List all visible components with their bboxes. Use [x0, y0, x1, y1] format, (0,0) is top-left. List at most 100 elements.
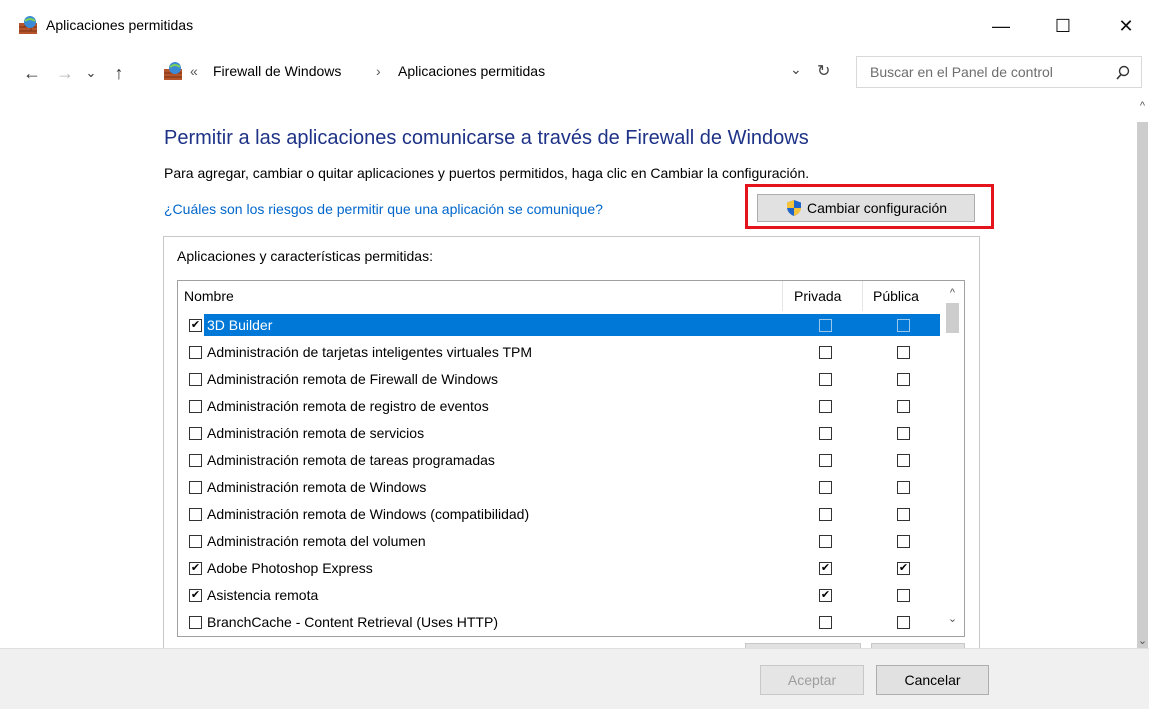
scroll-up-chevron-icon[interactable]: ^ — [1136, 100, 1149, 114]
search-input[interactable]: Buscar en el Panel de control — [856, 56, 1142, 88]
public-checkbox[interactable] — [897, 589, 910, 602]
private-checkbox[interactable] — [819, 319, 832, 332]
risks-help-link[interactable]: ¿Cuáles son los riesgos de permitir que … — [164, 201, 603, 217]
allowed-apps-list[interactable]: Nombre Privada Pública 3D Builder Adminis… — [177, 280, 965, 637]
private-checkbox[interactable] — [819, 346, 832, 359]
breadcrumb-overflow-icon[interactable]: « — [190, 63, 198, 79]
enable-checkbox[interactable] — [189, 400, 202, 413]
firewall-app-icon — [19, 16, 37, 34]
refresh-icon[interactable]: ↻ — [817, 61, 830, 81]
public-checkbox[interactable] — [897, 562, 910, 575]
allowed-apps-label: Aplicaciones y características permitida… — [177, 248, 433, 264]
cancel-label: Cancelar — [904, 672, 961, 688]
column-divider — [782, 281, 783, 311]
column-header-private[interactable]: Privada — [794, 281, 841, 311]
breadcrumb-firewall[interactable]: Firewall de Windows — [213, 63, 341, 79]
page-title: Permitir a las aplicaciones comunicarse … — [164, 127, 809, 149]
column-header-public[interactable]: Pública — [873, 281, 919, 311]
minimize-button[interactable]: — — [978, 6, 1024, 46]
page-description: Para agregar, cambiar o quitar aplicacio… — [164, 165, 810, 181]
public-checkbox[interactable] — [897, 535, 910, 548]
table-row[interactable]: Administración de tarjetas inteligentes … — [178, 339, 940, 366]
private-checkbox[interactable] — [819, 562, 832, 575]
page-scrollbar[interactable]: ^ ⌄ — [1136, 100, 1149, 652]
back-arrow-icon[interactable]: ← — [21, 60, 43, 86]
search-placeholder: Buscar en el Panel de control — [870, 64, 1053, 80]
public-checkbox[interactable] — [897, 454, 910, 467]
enable-checkbox[interactable] — [189, 616, 202, 629]
breadcrumb-allowed-apps[interactable]: Aplicaciones permitidas — [398, 63, 545, 79]
public-checkbox[interactable] — [897, 319, 910, 332]
table-row[interactable]: Administración remota de Firewall de Win… — [178, 366, 940, 393]
app-name: BranchCache - Content Retrieval (Uses HT… — [207, 614, 498, 630]
enable-checkbox[interactable] — [189, 373, 202, 386]
list-scroll-up-chevron-icon[interactable]: ^ — [946, 287, 959, 300]
accept-button[interactable]: Aceptar — [760, 665, 864, 695]
table-row[interactable]: Administración remota de Windows (compat… — [178, 501, 940, 528]
enable-checkbox[interactable] — [189, 427, 202, 440]
private-checkbox[interactable] — [819, 616, 832, 629]
title-bar: Aplicaciones permitidas — ☐ ✕ — [0, 0, 1149, 52]
accept-label: Aceptar — [787, 672, 837, 688]
table-row[interactable]: Administración remota de servicios — [178, 420, 940, 447]
enable-checkbox[interactable] — [189, 346, 202, 359]
table-row[interactable]: Administración remota de Windows — [178, 474, 940, 501]
address-dropdown-chevron-icon[interactable]: ⌄ — [790, 61, 802, 78]
column-header-name[interactable]: Nombre — [184, 281, 234, 311]
enable-checkbox[interactable] — [189, 454, 202, 467]
app-name: Adobe Photoshop Express — [207, 560, 373, 576]
private-checkbox[interactable] — [819, 373, 832, 386]
enable-checkbox[interactable] — [189, 562, 202, 575]
list-scroll-down-chevron-icon[interactable]: ⌄ — [946, 613, 959, 626]
enable-checkbox[interactable] — [189, 508, 202, 521]
cancel-button[interactable]: Cancelar — [876, 665, 989, 695]
table-row[interactable]: Administración remota del volumen — [178, 528, 940, 555]
table-row[interactable]: Asistencia remota — [178, 582, 940, 609]
app-name: Asistencia remota — [207, 587, 319, 603]
app-name: Administración remota de servicios — [207, 425, 425, 441]
private-checkbox[interactable] — [819, 454, 832, 467]
scroll-down-chevron-icon[interactable]: ⌄ — [1136, 634, 1149, 648]
public-checkbox[interactable] — [897, 427, 910, 440]
table-row[interactable]: Administración remota de registro de eve… — [178, 393, 940, 420]
private-checkbox[interactable] — [819, 535, 832, 548]
public-checkbox[interactable] — [897, 400, 910, 413]
firewall-location-icon — [164, 62, 182, 80]
table-row[interactable]: BranchCache - Content Retrieval (Uses HT… — [178, 609, 940, 636]
private-checkbox[interactable] — [819, 508, 832, 521]
up-arrow-icon[interactable]: ↑ — [108, 60, 130, 86]
enable-checkbox[interactable] — [189, 481, 202, 494]
enable-checkbox[interactable] — [189, 535, 202, 548]
app-name: Administración remota de Windows — [207, 479, 427, 495]
public-checkbox[interactable] — [897, 373, 910, 386]
recent-locations-chevron-icon[interactable]: ⌄ — [83, 60, 99, 86]
close-button[interactable]: ✕ — [1103, 6, 1149, 46]
search-icon[interactable] — [1115, 65, 1131, 81]
app-name: Administración remota de Firewall de Win… — [207, 371, 498, 387]
public-checkbox[interactable] — [897, 508, 910, 521]
app-name: Administración remota de registro de eve… — [207, 398, 489, 414]
list-scrollbar[interactable]: ^ ⌄ — [940, 281, 964, 636]
page-scrollbar-thumb[interactable] — [1137, 122, 1148, 652]
maximize-button[interactable]: ☐ — [1040, 6, 1086, 46]
enable-checkbox[interactable] — [189, 319, 202, 332]
app-name: Administración remota de Windows (compat… — [207, 506, 530, 522]
list-scrollbar-thumb[interactable] — [946, 303, 959, 333]
annotation-highlight-box — [745, 184, 994, 229]
private-checkbox[interactable] — [819, 589, 832, 602]
table-row[interactable]: 3D Builder — [178, 312, 940, 339]
breadcrumb-separator-icon[interactable]: › — [376, 63, 381, 79]
window-title: Aplicaciones permitidas — [46, 17, 194, 33]
enable-checkbox[interactable] — [189, 589, 202, 602]
private-checkbox[interactable] — [819, 481, 832, 494]
public-checkbox[interactable] — [897, 616, 910, 629]
column-divider — [862, 281, 863, 311]
public-checkbox[interactable] — [897, 346, 910, 359]
private-checkbox[interactable] — [819, 427, 832, 440]
table-row[interactable]: Adobe Photoshop Express — [178, 555, 940, 582]
app-name: Administración remota del volumen — [207, 533, 426, 549]
public-checkbox[interactable] — [897, 481, 910, 494]
forward-arrow-icon[interactable]: → — [54, 60, 76, 86]
table-row[interactable]: Administración remota de tareas programa… — [178, 447, 940, 474]
private-checkbox[interactable] — [819, 400, 832, 413]
